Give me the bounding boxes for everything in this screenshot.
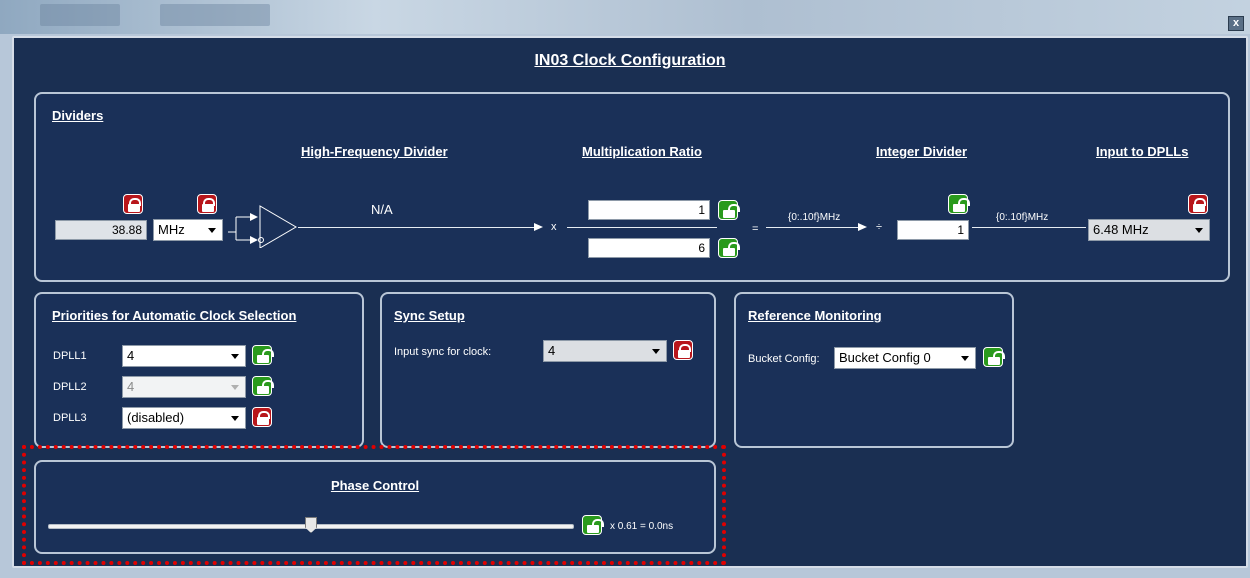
dpll3-priority-value: (disabled): [127, 410, 185, 425]
dpll1-priority-select[interactable]: 4: [122, 345, 246, 367]
dpll3-label: DPLL3: [53, 412, 87, 424]
input-unit-lock-icon[interactable]: [197, 194, 217, 214]
mult-ratio-label: Multiplication Ratio: [582, 144, 702, 159]
int-divider-label: Integer Divider: [876, 144, 968, 159]
sync-setup-panel: Sync Setup Input sync for clock: 4: [380, 292, 716, 448]
int-divider-lock-icon[interactable]: [948, 194, 970, 214]
bucket-config-label: Bucket Config:: [748, 353, 820, 365]
chevron-down-icon: [231, 385, 239, 390]
input-unit-select[interactable]: MHz: [153, 219, 223, 241]
dpll2-label: DPLL2: [53, 381, 87, 393]
input-unit-value: MHz: [158, 222, 185, 237]
dpll2-lock-icon[interactable]: [252, 376, 274, 396]
sync-setup-title: Sync Setup: [394, 308, 465, 323]
dividers-panel: Dividers High-Frequency Divider Multipli…: [34, 92, 1230, 282]
dpll-input-value: 6.48 MHz: [1093, 222, 1149, 237]
window-titlebar: x: [0, 0, 1250, 34]
divider-buffer-icon: [228, 205, 297, 248]
dividers-title: Dividers: [52, 108, 104, 123]
numerator-field[interactable]: 1: [588, 200, 710, 220]
chevron-down-icon: [961, 356, 969, 361]
dpll2-priority-select[interactable]: 4: [122, 376, 246, 398]
reference-monitoring-title: Reference Monitoring: [748, 308, 882, 323]
close-button[interactable]: x: [1228, 16, 1244, 31]
signal-line: [766, 227, 858, 228]
window-title: IN03 Clock Configuration: [534, 52, 726, 69]
dpll3-priority-select[interactable]: (disabled): [122, 407, 246, 429]
equals-symbol: =: [752, 223, 759, 235]
sync-clock-label: Input sync for clock:: [394, 346, 492, 358]
chevron-down-icon: [208, 228, 216, 233]
arrow-right-icon: [858, 223, 867, 231]
background-window-ghost: [40, 4, 120, 26]
highlight-box: [22, 445, 726, 565]
signal-line: [972, 227, 1086, 228]
dpll-input-lock-icon[interactable]: [1188, 194, 1208, 214]
reference-monitoring-panel: Reference Monitoring Bucket Config: Buck…: [734, 292, 1014, 448]
divide-symbol: ÷: [876, 221, 883, 233]
frequency-range-label: {0:.10f}MHz: [996, 212, 1049, 223]
dpll-input-select[interactable]: 6.48 MHz: [1088, 219, 1210, 241]
denominator-lock-icon[interactable]: [718, 238, 740, 258]
hf-divider-value: N/A: [371, 202, 393, 217]
times-symbol: x: [551, 221, 557, 233]
chevron-down-icon: [1195, 228, 1203, 233]
ratio-fraction-line: [567, 227, 717, 228]
bucket-config-lock-icon[interactable]: [983, 347, 1005, 367]
input-freq-lock-icon[interactable]: [123, 194, 143, 214]
integer-divider-field[interactable]: 1: [897, 220, 969, 240]
signal-line: [298, 227, 538, 228]
sync-clock-select[interactable]: 4: [543, 340, 667, 362]
background-window-ghost: [160, 4, 270, 26]
dpll1-lock-icon[interactable]: [252, 345, 274, 365]
chevron-down-icon: [231, 354, 239, 359]
hf-divider-label: High-Frequency Divider: [301, 144, 448, 159]
dpll1-label: DPLL1: [53, 350, 87, 362]
input-frequency-field[interactable]: 38.88: [55, 220, 147, 240]
numerator-lock-icon[interactable]: [718, 200, 740, 220]
bucket-config-select[interactable]: Bucket Config 0: [834, 347, 976, 369]
dpll2-priority-value: 4: [127, 379, 135, 394]
sync-lock-icon[interactable]: [673, 340, 693, 360]
frequency-range-label: {0:.10f}MHz: [788, 212, 841, 223]
chevron-down-icon: [231, 416, 239, 421]
arrow-right-icon: [534, 223, 543, 231]
denominator-field[interactable]: 6: [588, 238, 710, 258]
chevron-down-icon: [652, 349, 660, 354]
bucket-config-value: Bucket Config 0: [839, 350, 931, 365]
sync-clock-value: 4: [548, 343, 556, 358]
dpll1-priority-value: 4: [127, 348, 135, 363]
priorities-panel: Priorities for Automatic Clock Selection…: [34, 292, 364, 448]
priorities-title: Priorities for Automatic Clock Selection: [52, 308, 297, 323]
dpll3-lock-icon[interactable]: [252, 407, 272, 427]
dpll-input-label: Input to DPLLs: [1096, 144, 1189, 159]
